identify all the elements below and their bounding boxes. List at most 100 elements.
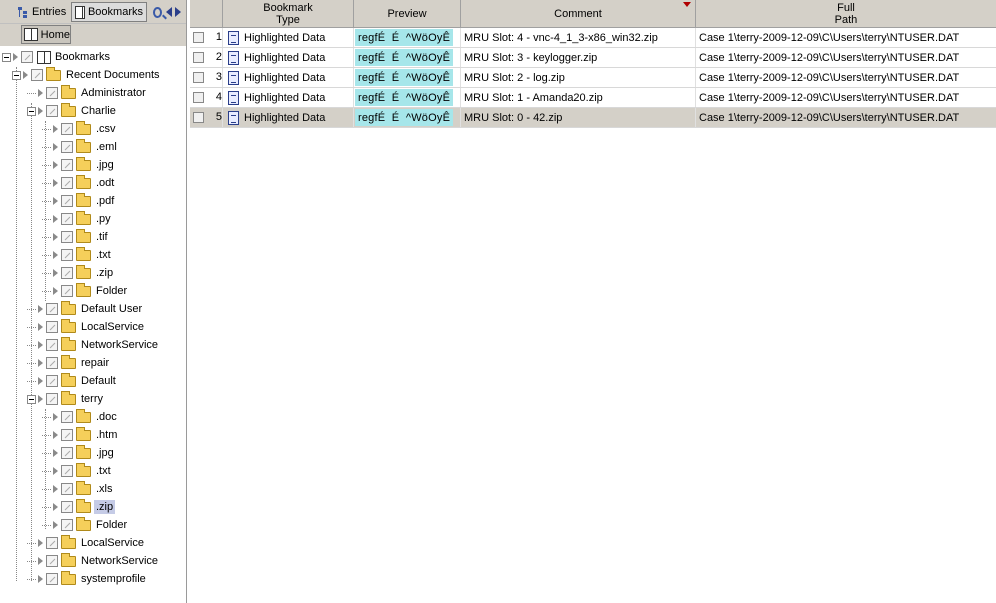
- tree-node-charlie[interactable]: Charlie: [27, 102, 118, 120]
- checkbox[interactable]: [61, 447, 73, 459]
- folder-icon: [76, 480, 91, 495]
- search-icon[interactable]: [153, 6, 167, 19]
- tree-node-charlie-jpg[interactable]: .jpg: [42, 156, 116, 174]
- tree-node-label: repair: [81, 357, 110, 369]
- checkbox[interactable]: [46, 105, 58, 117]
- tree-node-networkservice-2[interactable]: NetworkService: [27, 552, 160, 570]
- column-header-comment[interactable]: Comment: [461, 0, 696, 28]
- arrow-icon: [13, 53, 18, 61]
- row-checkbox[interactable]: [193, 112, 204, 123]
- checkbox[interactable]: [21, 51, 33, 63]
- tree-node-recent-documents[interactable]: Recent Documents: [12, 66, 162, 84]
- tree-node-repair[interactable]: repair: [27, 354, 111, 372]
- table-row[interactable]: 5 Highlighted Data regfÉ É ^WöOyÊ MRU Slot:…: [190, 108, 996, 128]
- tree-node-default-user[interactable]: Default User: [27, 300, 144, 318]
- collapse-icon[interactable]: [27, 106, 36, 116]
- checkbox[interactable]: [46, 375, 58, 387]
- folder-icon: [76, 120, 91, 135]
- checkbox[interactable]: [61, 285, 73, 297]
- tree-node-terry-doc[interactable]: .doc: [42, 408, 119, 426]
- tree-node-terry[interactable]: terry: [27, 390, 105, 408]
- checkbox[interactable]: [46, 537, 58, 549]
- tree-node-localservice[interactable]: LocalService: [27, 318, 146, 336]
- tree-node-charlie-eml[interactable]: .eml: [42, 138, 119, 156]
- checkbox[interactable]: [46, 357, 58, 369]
- checkbox[interactable]: [61, 465, 73, 477]
- row-checkbox[interactable]: [193, 32, 204, 43]
- row-checkbox[interactable]: [193, 92, 204, 103]
- tree-node-administrator[interactable]: Administrator: [27, 84, 148, 102]
- tree-node-root[interactable]: Bookmarks: [2, 48, 112, 66]
- row-checkbox[interactable]: [193, 72, 204, 83]
- tree-node-charlie-folder[interactable]: Folder: [42, 282, 129, 300]
- checkbox[interactable]: [46, 555, 58, 567]
- folder-icon: [76, 264, 91, 279]
- checkbox[interactable]: [46, 321, 58, 333]
- tree-node-terry-zip[interactable]: .zip: [42, 498, 116, 516]
- tree-node-terry-xls[interactable]: .xls: [42, 480, 115, 498]
- checkbox[interactable]: [61, 267, 73, 279]
- checkbox[interactable]: [61, 519, 73, 531]
- checkbox[interactable]: [46, 303, 58, 315]
- tree-node-charlie-odt[interactable]: .odt: [42, 174, 116, 192]
- tree-node-charlie-zip[interactable]: .zip: [42, 264, 115, 282]
- table-row[interactable]: 3 Highlighted Data regfÉ É ^WöOyÊ MRU Slot:…: [190, 68, 996, 88]
- checkbox[interactable]: [61, 429, 73, 441]
- collapse-icon[interactable]: [12, 70, 21, 80]
- tree-node-charlie-csv[interactable]: .csv: [42, 120, 118, 138]
- tree-node-localservice-2[interactable]: LocalService: [27, 534, 146, 552]
- checkbox[interactable]: [61, 123, 73, 135]
- tree-node-charlie-pdf[interactable]: .pdf: [42, 192, 116, 210]
- row-checkbox[interactable]: [193, 52, 204, 63]
- checkbox[interactable]: [61, 411, 73, 423]
- checkbox[interactable]: [61, 141, 73, 153]
- column-header-full-path[interactable]: Full Path: [696, 0, 996, 28]
- folder-icon: [61, 84, 76, 99]
- checkbox[interactable]: [61, 231, 73, 243]
- tree-node-terry-folder[interactable]: Folder: [42, 516, 129, 534]
- tree-node-terry-htm[interactable]: .htm: [42, 426, 119, 444]
- checkbox[interactable]: [46, 573, 58, 585]
- column-header-bookmark-type[interactable]: Bookmark Type: [223, 0, 354, 28]
- entries-tab[interactable]: Entries: [14, 2, 70, 22]
- forward-arrow-icon[interactable]: [175, 7, 181, 17]
- table-row[interactable]: 2 Highlighted Data regfÉ É ^WöOyÊ MRU Slot:…: [190, 48, 996, 68]
- checkbox[interactable]: [46, 87, 58, 99]
- home-button[interactable]: Home: [21, 25, 71, 44]
- folder-icon: [61, 534, 76, 549]
- column-header-preview[interactable]: Preview: [354, 0, 461, 28]
- back-arrow-icon[interactable]: [166, 7, 172, 17]
- home-bar: Home: [0, 24, 186, 46]
- checkbox[interactable]: [61, 501, 73, 513]
- bookmarks-tab[interactable]: Bookmarks: [71, 2, 147, 22]
- arrow-icon: [23, 71, 28, 79]
- checkbox[interactable]: [61, 159, 73, 171]
- checkbox[interactable]: [61, 249, 73, 261]
- tree-node-charlie-py[interactable]: .py: [42, 210, 113, 228]
- checkbox[interactable]: [61, 213, 73, 225]
- tree-node-default[interactable]: Default: [27, 372, 118, 390]
- full-path-cell: Case 1\terry-2009-12-09\C\Users\terry\NT…: [699, 51, 960, 64]
- tree-connector: [42, 233, 51, 242]
- collapse-icon[interactable]: [27, 394, 36, 404]
- collapse-icon[interactable]: [2, 52, 11, 62]
- checkbox[interactable]: [46, 393, 58, 405]
- checkbox[interactable]: [61, 195, 73, 207]
- tree-node-charlie-tif[interactable]: .tif: [42, 228, 110, 246]
- tree-connector: [42, 197, 51, 206]
- tree-node-charlie-txt[interactable]: .txt: [42, 246, 113, 264]
- checkbox[interactable]: [61, 483, 73, 495]
- table-row[interactable]: 1 Highlighted Data regfÉ É ^WöOyÊ MRU Slot:…: [190, 28, 996, 48]
- preview-text: regfÉ É ^WöOyÊ: [355, 89, 454, 106]
- checkbox[interactable]: [61, 177, 73, 189]
- tree-node-systemprofile[interactable]: systemprofile: [27, 570, 148, 588]
- tree-node-terry-txt[interactable]: .txt: [42, 462, 113, 480]
- tree-connector: [42, 413, 51, 422]
- bookmarks-label: Bookmarks: [87, 6, 143, 18]
- folder-icon: [76, 444, 91, 459]
- table-row[interactable]: 4 Highlighted Data regfÉ É ^WöOyÊ MRU Slot:…: [190, 88, 996, 108]
- tree-node-networkservice[interactable]: NetworkService: [27, 336, 160, 354]
- tree-node-terry-jpg[interactable]: .jpg: [42, 444, 116, 462]
- checkbox[interactable]: [46, 339, 58, 351]
- checkbox[interactable]: [31, 69, 43, 81]
